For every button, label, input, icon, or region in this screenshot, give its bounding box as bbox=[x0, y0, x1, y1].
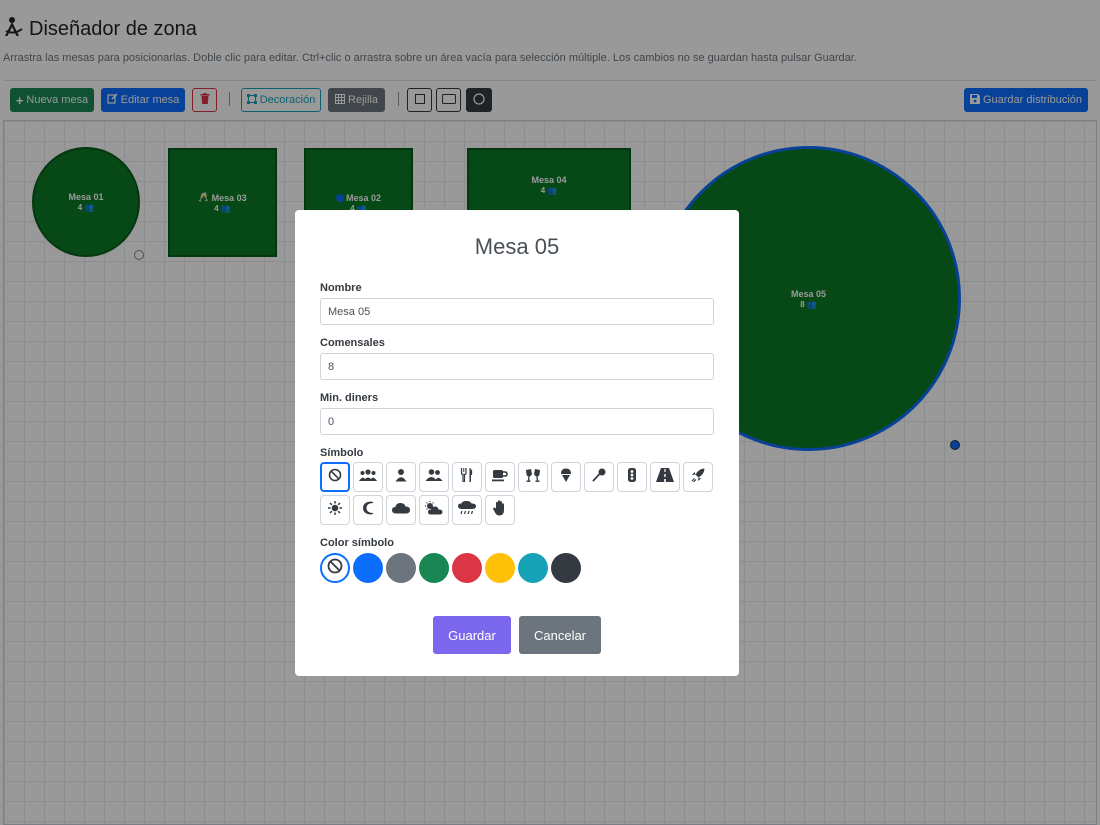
min-diners-field[interactable]: 0 bbox=[320, 408, 714, 435]
symbol-user-group[interactable] bbox=[419, 462, 449, 492]
symbol-road[interactable] bbox=[650, 462, 680, 492]
ban-icon bbox=[327, 558, 343, 579]
symbol-microphone[interactable] bbox=[584, 462, 614, 492]
glasses-cheers-icon bbox=[524, 468, 542, 487]
name-field[interactable]: Mesa 05 bbox=[320, 298, 714, 325]
symbol-moon[interactable] bbox=[353, 495, 383, 525]
cloud-icon bbox=[392, 501, 410, 519]
symbol-users[interactable] bbox=[353, 462, 383, 492]
color-cyan[interactable] bbox=[518, 553, 548, 583]
traffic-light-icon bbox=[627, 467, 637, 487]
edit-table-modal: Mesa 05 Nombre Mesa 05 Comensales 8 Min.… bbox=[295, 210, 739, 676]
utensils-icon bbox=[460, 467, 474, 487]
color-yellow[interactable] bbox=[485, 553, 515, 583]
color-gray[interactable] bbox=[386, 553, 416, 583]
save-button[interactable]: Guardar bbox=[433, 616, 511, 654]
symbol-rocket[interactable] bbox=[683, 462, 713, 492]
users-icon bbox=[359, 468, 377, 487]
symbol-cloud-sun[interactable] bbox=[419, 495, 449, 525]
sun-icon bbox=[328, 500, 342, 520]
ice-cream-icon bbox=[560, 468, 572, 487]
cancel-button[interactable]: Cancelar bbox=[519, 616, 601, 654]
rocket-icon bbox=[691, 468, 705, 487]
cloud-sun-icon bbox=[425, 500, 443, 520]
color-red[interactable] bbox=[452, 553, 482, 583]
microphone-icon bbox=[592, 468, 606, 487]
symbol-color-picker bbox=[320, 553, 581, 583]
modal-title: Mesa 05 bbox=[474, 234, 560, 259]
symbol-cloud-rain[interactable] bbox=[452, 495, 482, 525]
mug-hot-icon bbox=[492, 468, 508, 487]
min-diners-label: Min. diners bbox=[320, 392, 379, 404]
color-none[interactable] bbox=[320, 553, 350, 583]
user-group-icon bbox=[425, 468, 443, 487]
user-icon bbox=[395, 468, 407, 487]
moon-icon bbox=[362, 501, 374, 520]
road-icon bbox=[656, 467, 674, 487]
symbol-cloud[interactable] bbox=[386, 495, 416, 525]
symbol-user[interactable] bbox=[386, 462, 416, 492]
color-dark[interactable] bbox=[551, 553, 581, 583]
symbol-none[interactable] bbox=[320, 462, 350, 492]
diners-label: Comensales bbox=[320, 337, 385, 349]
name-label: Nombre bbox=[320, 282, 362, 294]
symbol-label: Símbolo bbox=[320, 447, 364, 459]
symbol-traffic-light[interactable] bbox=[617, 462, 647, 492]
symbol-ice-cream[interactable] bbox=[551, 462, 581, 492]
symbol-hand[interactable] bbox=[485, 495, 515, 525]
hand-icon bbox=[493, 499, 507, 521]
ban-icon bbox=[328, 468, 342, 487]
symbol-sun[interactable] bbox=[320, 495, 350, 525]
symbol-utensils[interactable] bbox=[452, 462, 482, 492]
color-green[interactable] bbox=[419, 553, 449, 583]
symbol-picker bbox=[320, 462, 720, 525]
color-blue[interactable] bbox=[353, 553, 383, 583]
symbol-coffee[interactable] bbox=[485, 462, 515, 492]
diners-field[interactable]: 8 bbox=[320, 353, 714, 380]
symbol-glasses-cheers[interactable] bbox=[518, 462, 548, 492]
symbol-color-label: Color símbolo bbox=[320, 537, 394, 549]
cloud-rain-icon bbox=[458, 500, 476, 520]
